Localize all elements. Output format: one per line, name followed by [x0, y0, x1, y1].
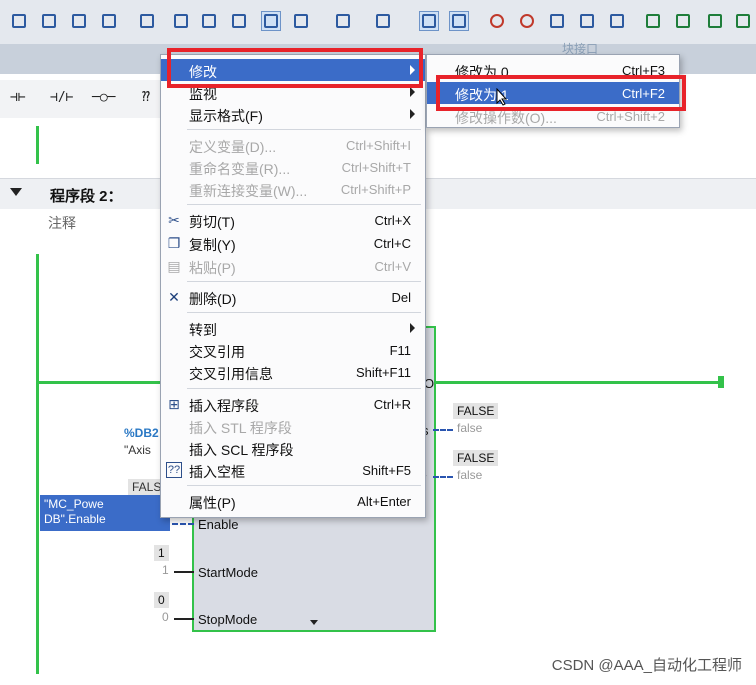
context-menu: 修改 监视 显示格式(F) 定义变量(D)... Ctrl+Shift+I 重命名…	[160, 54, 426, 518]
network-title: 程序段 2：	[50, 188, 123, 205]
empty-box-icon[interactable]: ⁇	[142, 90, 150, 105]
collapse-triangle-icon[interactable]	[10, 188, 22, 196]
toolbar-icon[interactable]	[100, 12, 118, 30]
out1-wire	[433, 429, 453, 431]
out2-value: FALSE	[453, 450, 499, 466]
toolbar-icon[interactable]	[674, 12, 692, 30]
menu-item-display-format[interactable]: 显示格式(F)	[161, 103, 425, 125]
scissors-icon: ✂	[168, 212, 180, 228]
menu-item-rewire-tag: 重新连接变量(W)... Ctrl+Shift+P	[189, 182, 411, 199]
menu-item-define-tag: 定义变量(D)... Ctrl+Shift+I	[189, 138, 411, 155]
menu-item-rename-tag: 重命名变量(R)... Ctrl+Shift+T	[189, 160, 411, 177]
startmode-wire	[174, 571, 194, 573]
menu-item-properties[interactable]: 属性(P) Alt+Enter	[161, 490, 425, 512]
toolbar-icon[interactable]	[449, 11, 469, 31]
toolbar-icon[interactable]	[138, 12, 156, 30]
paste-icon: ▤	[167, 258, 181, 274]
toolbar-icon[interactable]	[548, 12, 566, 30]
toolbar-icon[interactable]	[40, 12, 58, 30]
db-label: %DB2	[124, 426, 159, 440]
menu-item-insert-scl[interactable]: 插入 SCL 程序段	[161, 437, 425, 459]
menu-item-goto[interactable]: 转到	[161, 317, 425, 339]
empty-box-icon: ??	[166, 462, 182, 478]
watermark: CSDN @AAA_自动化工程师	[551, 657, 742, 674]
no-contact-icon[interactable]: ⊣⊢	[10, 90, 26, 105]
toolbar-icon[interactable]	[374, 12, 392, 30]
toolbar-icon[interactable]	[261, 11, 281, 31]
toolbar-icon[interactable]	[172, 12, 190, 30]
delete-x-icon: ✕	[168, 289, 180, 305]
menu-item-cross-ref[interactable]: 交叉引用 F11	[161, 339, 425, 361]
toolbar-icon[interactable]	[578, 12, 596, 30]
copy-icon: ❐	[167, 235, 181, 251]
operand-line1: "MC_Powe	[44, 497, 104, 511]
axis-label: "Axis	[124, 443, 151, 457]
menu-item-insert-stl: 插入 STL 程序段	[189, 420, 292, 436]
toolbar-icon[interactable]	[200, 12, 218, 30]
expand-arrow-icon[interactable]	[310, 620, 318, 625]
network-comment[interactable]: 注释	[48, 213, 76, 233]
annotation-box-modify	[167, 48, 423, 88]
pin-enable: Enable	[198, 517, 239, 532]
pin-startmode: StartMode	[198, 565, 258, 580]
menu-item-copy[interactable]: ❐ 复制(Y) Ctrl+C	[161, 232, 425, 254]
toolbar-icon[interactable]	[334, 12, 352, 30]
menu-item-insert-empty-box[interactable]: ?? 插入空框 Shift+F5	[161, 459, 425, 481]
toolbar-icon[interactable]	[10, 12, 28, 30]
nc-contact-icon[interactable]: ⊣/⊢	[50, 90, 73, 105]
operand-line2: DB".Enable	[44, 512, 106, 526]
toolbar-icon[interactable]	[644, 12, 662, 30]
out2-wire	[433, 476, 453, 478]
toolbar-icon[interactable]	[488, 12, 506, 30]
selected-operand[interactable]: "MC_Powe DB".Enable	[40, 495, 170, 531]
toolbar-icon[interactable]	[292, 12, 310, 30]
menu-item-paste: ▤ 粘贴(P) Ctrl+V	[167, 258, 411, 276]
toolbar-icon[interactable]	[419, 11, 439, 31]
startmode-live: 1	[162, 563, 169, 577]
stopmode-value: 0	[154, 592, 169, 608]
toolbar-icon[interactable]	[734, 12, 752, 30]
menu-item-insert-network[interactable]: ⊞ 插入程序段 Ctrl+R	[161, 393, 425, 415]
stopmode-live: 0	[162, 610, 169, 624]
network1-rail	[36, 126, 39, 164]
block-interface-tab[interactable]: 块接口	[520, 40, 640, 56]
coil-icon[interactable]: ─○─	[92, 90, 115, 105]
top-toolbar	[0, 0, 756, 45]
toolbar-icon[interactable]	[608, 12, 626, 30]
menu-item-cut[interactable]: ✂ 剪切(T) Ctrl+X	[161, 209, 425, 231]
menu-item-cross-ref-info[interactable]: 交叉引用信息 Shift+F11	[161, 361, 425, 383]
rail-end	[718, 376, 724, 388]
annotation-box-modify-to-1	[436, 75, 686, 111]
stopmode-wire	[174, 618, 194, 620]
startmode-value: 1	[154, 545, 169, 561]
toolbar-icon[interactable]	[706, 12, 724, 30]
toolbar-icon[interactable]	[518, 12, 536, 30]
left-power-rail	[36, 254, 39, 674]
enable-wire	[172, 523, 194, 525]
out2-live: false	[457, 468, 483, 482]
toolbar-icon[interactable]	[230, 12, 248, 30]
out1-value: FALSE	[453, 403, 499, 419]
menu-item-delete[interactable]: ✕ 删除(D) Del	[161, 286, 425, 308]
insert-network-icon: ⊞	[168, 396, 180, 412]
pin-stopmode: StopMode	[198, 612, 258, 627]
out1-live: false	[457, 421, 483, 435]
toolbar-icon[interactable]	[70, 12, 88, 30]
